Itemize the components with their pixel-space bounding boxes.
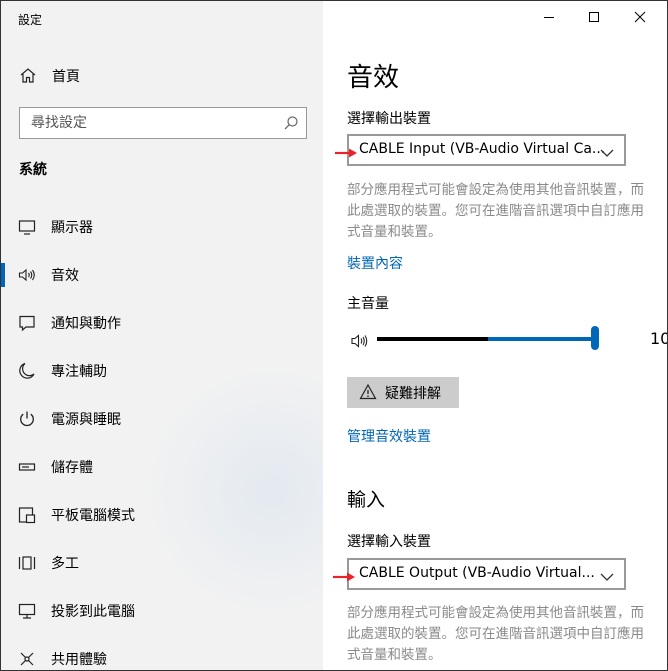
output-description: 部分應用程式可能會設定為使用其他音訊裝置，而 此處選取的裝置。您可在進階音訊選項… [347,180,667,243]
speaker-icon [17,265,37,285]
main-content: 音效 選擇輸出裝置 CABLE Input (VB-Audio Virtual … [323,1,667,670]
search-icon[interactable] [282,114,300,132]
search-box [19,107,307,139]
window-title: 設定 [18,13,43,27]
sidebar-item-label: 投影到此電腦 [51,604,135,620]
close-icon[interactable] [630,7,650,27]
project-icon [17,601,37,621]
warning-icon [359,383,377,401]
desc-line: 此處選取的裝置。您可在進階音訊選項中自訂應用 [347,203,644,219]
sidebar-item-power-sleep[interactable]: 電源與睡眠 [1,399,323,439]
volume-value: 10 [650,329,667,348]
sidebar-item-multitasking[interactable]: 多工 [1,543,323,583]
sidebar-item-tablet-mode[interactable]: 平板電腦模式 [1,495,323,535]
sidebar-item-sound[interactable]: 音效 [1,255,323,295]
sidebar-item-shared-experiences[interactable]: 共用體驗 [1,639,323,670]
maximize-icon[interactable] [584,7,604,27]
input-section-title: 輸入 [347,489,386,511]
sidebar-item-label: 共用體驗 [51,652,107,668]
output-device-dropdown[interactable]: CABLE Input (VB-Audio Virtual Ca... [347,134,626,166]
moon-icon [17,361,37,381]
device-properties-link[interactable]: 裝置內容 [347,253,403,273]
chevron-down-icon [600,144,614,157]
input-device-dropdown[interactable]: CABLE Output (VB-Audio Virtual... [347,558,626,590]
input-device-value: CABLE Output (VB-Audio Virtual... [359,565,595,581]
power-icon [17,409,37,429]
output-device-value: CABLE Input (VB-Audio Virtual Ca... [359,141,606,157]
active-indicator [1,263,5,287]
minimize-icon[interactable] [539,7,559,27]
desc-line: 部分應用程式可能會設定為使用其他音訊裝置，而 [347,182,644,198]
shared-icon [17,649,37,669]
settings-window: 設定 首頁 系統 顯示器 音效 [0,0,668,671]
monitor-icon [17,217,37,237]
sidebar-item-display[interactable]: 顯示器 [1,207,323,247]
sidebar-item-label: 通知與動作 [51,316,121,332]
notification-icon [17,313,37,333]
input-description: 部分應用程式可能會設定為使用其他音訊裝置，而 此處選取的裝置。您可在進階音訊選項… [347,603,667,666]
search-input[interactable] [21,109,271,137]
storage-icon [17,457,37,477]
sidebar-item-project-to-pc[interactable]: 投影到此電腦 [1,591,323,631]
sidebar-item-label: 音效 [51,268,79,284]
sidebar-item-label: 電源與睡眠 [51,412,121,428]
sidebar: 設定 首頁 系統 顯示器 音效 [1,1,323,670]
manage-sound-devices-link[interactable]: 管理音效裝置 [347,426,431,446]
sidebar-item-home[interactable]: 首頁 [1,63,323,89]
sidebar-item-label: 儲存體 [51,460,93,476]
sidebar-item-notifications[interactable]: 通知與動作 [1,303,323,343]
troubleshoot-button[interactable]: 疑難排解 [347,377,459,408]
master-volume-label: 主音量 [347,296,389,312]
sidebar-item-label: 顯示器 [51,220,93,236]
sidebar-item-focus-assist[interactable]: 專注輔助 [1,351,323,391]
volume-slider-fill [377,337,489,341]
red-arrow-annotation [334,144,358,158]
volume-slider-fill-accent [488,337,595,341]
sidebar-item-storage[interactable]: 儲存體 [1,447,323,487]
desc-line: 此處選取的裝置。您可在進階音訊選項中自訂應用 [347,626,644,642]
troubleshoot-label: 疑難排解 [385,386,441,402]
multitask-icon [17,553,37,573]
sidebar-item-label: 專注輔助 [51,364,107,380]
page-title: 音效 [347,63,400,93]
home-icon [18,66,38,86]
desc-line: 式音量和裝置。 [347,647,442,663]
volume-slider-thumb[interactable] [591,326,599,350]
red-arrow-annotation [332,568,356,582]
sidebar-item-label: 平板電腦模式 [51,508,135,524]
sidebar-item-label: 首頁 [52,69,80,85]
section-title: 系統 [19,162,47,178]
volume-icon[interactable] [350,331,372,351]
sidebar-item-label: 多工 [51,556,79,572]
tablet-icon [17,505,37,525]
input-device-label: 選擇輸入裝置 [347,534,431,550]
titlebar-controls [509,1,667,33]
output-device-label: 選擇輸出裝置 [347,111,431,127]
desc-line: 式音量和裝置。 [347,224,442,240]
chevron-down-icon [600,568,614,581]
desc-line: 部分應用程式可能會設定為使用其他音訊裝置，而 [347,605,644,621]
